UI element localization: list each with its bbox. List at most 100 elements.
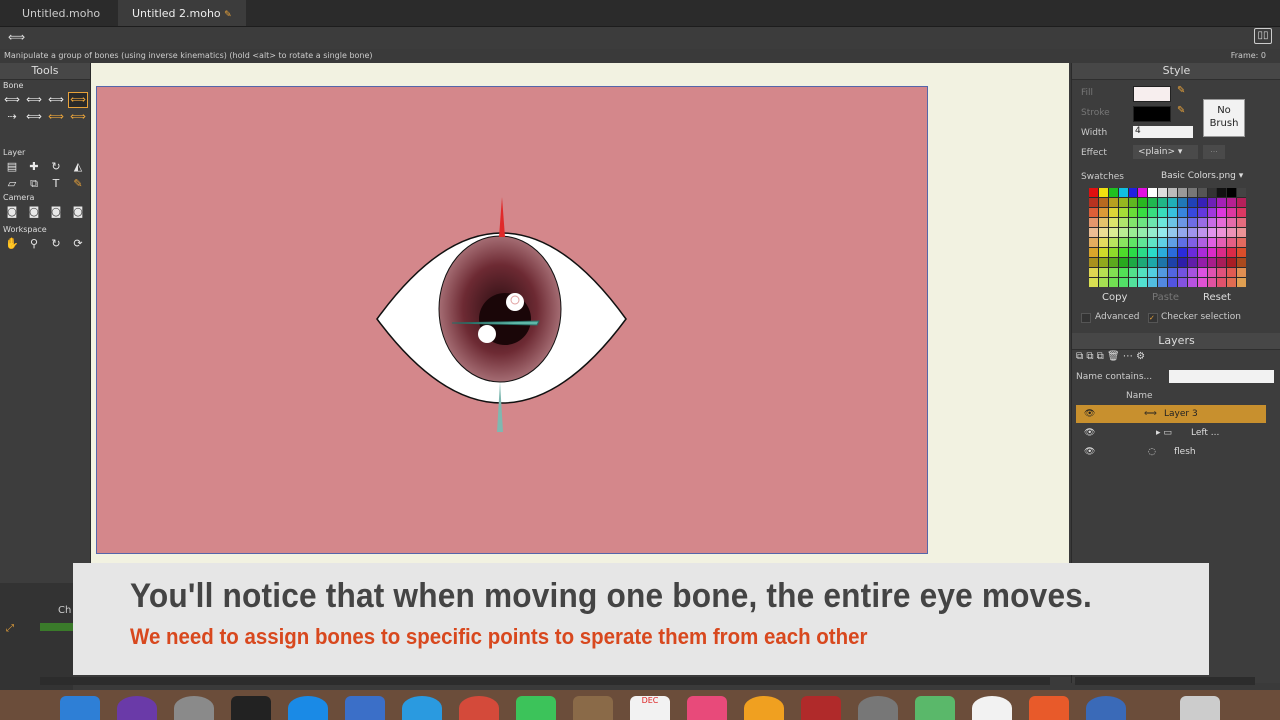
more-options-icon[interactable]: ⋯ <box>1123 351 1133 362</box>
palette-swatch[interactable] <box>1118 208 1128 217</box>
screenshot-icon[interactable] <box>231 696 271 720</box>
eye-drawing[interactable] <box>97 87 929 555</box>
palette-swatch[interactable] <box>1148 278 1158 287</box>
palette-swatch[interactable] <box>1237 248 1246 257</box>
palette-swatch[interactable] <box>1227 218 1237 227</box>
new-layer-icon[interactable]: ⧉ <box>1076 351 1083 362</box>
zoom-camera-icon[interactable]: ◙ <box>25 205 43 219</box>
swatches-dropdown[interactable]: Basic Colors.png ▾ <box>1133 169 1280 183</box>
translate-layer-icon[interactable]: ✚ <box>25 160 43 174</box>
palette-swatch[interactable] <box>1217 248 1227 257</box>
palette-swatch[interactable] <box>1128 248 1138 257</box>
palette-swatch[interactable] <box>1118 188 1128 197</box>
palette-swatch[interactable] <box>1177 208 1187 217</box>
eye-visibility-icon[interactable]: 👁 <box>1084 405 1095 423</box>
add-bone-icon[interactable]: ⇢ <box>3 110 21 124</box>
bone-strength-icon[interactable]: ⟺ <box>47 110 65 124</box>
reset-button[interactable]: Reset <box>1203 292 1231 303</box>
palette-swatch[interactable] <box>1158 208 1167 217</box>
palette-swatch[interactable] <box>1187 268 1197 277</box>
palette-swatch[interactable] <box>1177 198 1187 207</box>
fill-color-swatch[interactable] <box>1133 86 1171 102</box>
palette-swatch[interactable] <box>1217 198 1227 207</box>
palette-swatch[interactable] <box>1128 278 1138 287</box>
eye-visibility-icon[interactable]: 👁 <box>1084 424 1095 442</box>
palette-swatch[interactable] <box>1187 228 1197 237</box>
palette-swatch[interactable] <box>1237 208 1246 217</box>
brush-tool-icon[interactable]: ✎ <box>69 177 87 191</box>
palette-swatch[interactable] <box>1108 188 1118 197</box>
duplicate-layer-icon[interactable]: ⧉ <box>1086 351 1093 362</box>
palette-swatch[interactable] <box>1197 208 1207 217</box>
fill-pencil-icon[interactable]: ✎ <box>1177 85 1185 96</box>
palette-swatch[interactable] <box>1148 198 1158 207</box>
palette-swatch[interactable] <box>1177 228 1187 237</box>
palette-swatch[interactable] <box>1187 248 1197 257</box>
palette-swatch[interactable] <box>1138 238 1148 247</box>
palette-swatch[interactable] <box>1148 218 1158 227</box>
palette-swatch[interactable] <box>1089 208 1098 217</box>
books-icon[interactable] <box>744 696 784 720</box>
scale-bone-icon[interactable]: ⟺ <box>47 93 65 107</box>
palette-swatch[interactable] <box>1118 218 1128 227</box>
palette-swatch[interactable] <box>1177 258 1187 267</box>
palette-swatch[interactable] <box>1207 208 1217 217</box>
palette-swatch[interactable] <box>1108 278 1118 287</box>
palette-swatch[interactable] <box>1197 198 1207 207</box>
palette-swatch[interactable] <box>1207 188 1217 197</box>
layer-row-left[interactable]: 👁 ▸ ▭ Left ... <box>1076 424 1266 442</box>
palette-swatch[interactable] <box>1118 238 1128 247</box>
reparent-bone-icon[interactable]: ⟺ <box>25 110 43 124</box>
layer-filter-input[interactable] <box>1169 370 1274 383</box>
preview-icon[interactable] <box>345 696 385 720</box>
rotate-layer-icon[interactable]: ↻ <box>47 160 65 174</box>
palette-swatch[interactable] <box>1237 188 1246 197</box>
palette-swatch[interactable] <box>1089 218 1098 227</box>
downloads-icon[interactable] <box>1086 696 1126 720</box>
palette-swatch[interactable] <box>1227 278 1237 287</box>
trash-icon[interactable] <box>1180 696 1220 720</box>
palette-swatch[interactable] <box>1148 188 1158 197</box>
palette-swatch[interactable] <box>1118 198 1128 207</box>
launchpad-icon[interactable] <box>174 696 214 720</box>
palette-swatch[interactable] <box>1138 218 1148 227</box>
flip-layer-icon[interactable]: ⧉ <box>25 177 43 191</box>
palette-swatch[interactable] <box>1128 238 1138 247</box>
palette-swatch[interactable] <box>1227 238 1237 247</box>
palette-swatch[interactable] <box>1089 278 1098 287</box>
palette-swatch[interactable] <box>1089 238 1098 247</box>
palette-swatch[interactable] <box>1187 208 1197 217</box>
palette-swatch[interactable] <box>1237 228 1246 237</box>
palette-swatch[interactable] <box>1138 268 1148 277</box>
palette-swatch[interactable] <box>1118 228 1128 237</box>
palette-swatch[interactable] <box>1207 248 1217 257</box>
photo-booth-icon[interactable] <box>801 696 841 720</box>
settings-icon[interactable]: ⚙ <box>1136 351 1145 362</box>
palette-swatch[interactable] <box>1237 268 1246 277</box>
palette-swatch[interactable] <box>1158 268 1167 277</box>
palette-swatch[interactable] <box>1148 248 1158 257</box>
palette-swatch[interactable] <box>1118 268 1128 277</box>
maps-icon[interactable] <box>915 696 955 720</box>
palette-swatch[interactable] <box>1187 198 1197 207</box>
palette-swatch[interactable] <box>1237 258 1246 267</box>
roll-camera-icon[interactable]: ◙ <box>47 205 65 219</box>
palette-swatch[interactable] <box>1227 258 1237 267</box>
palette-swatch[interactable] <box>1128 198 1138 207</box>
siri-icon[interactable] <box>117 696 157 720</box>
manipulate-bones-icon[interactable]: ⟺ <box>68 91 88 108</box>
palette-swatch[interactable] <box>1227 188 1237 197</box>
palette-swatch[interactable] <box>1217 238 1227 247</box>
palette-swatch[interactable] <box>1118 258 1128 267</box>
palette-swatch[interactable] <box>1148 238 1158 247</box>
track-camera-icon[interactable]: ◙ <box>3 205 21 219</box>
palette-swatch[interactable] <box>1158 248 1167 257</box>
orbit-workspace-icon[interactable]: ⟳ <box>69 237 87 251</box>
palette-swatch[interactable] <box>1227 228 1237 237</box>
palette-swatch[interactable] <box>1098 218 1108 227</box>
palette-swatch[interactable] <box>1217 218 1227 227</box>
palette-swatch[interactable] <box>1168 268 1177 277</box>
palette-swatch[interactable] <box>1177 268 1187 277</box>
calendar-icon[interactable]: DEC <box>630 696 670 720</box>
eye-visibility-icon[interactable]: 👁 <box>1084 443 1095 461</box>
